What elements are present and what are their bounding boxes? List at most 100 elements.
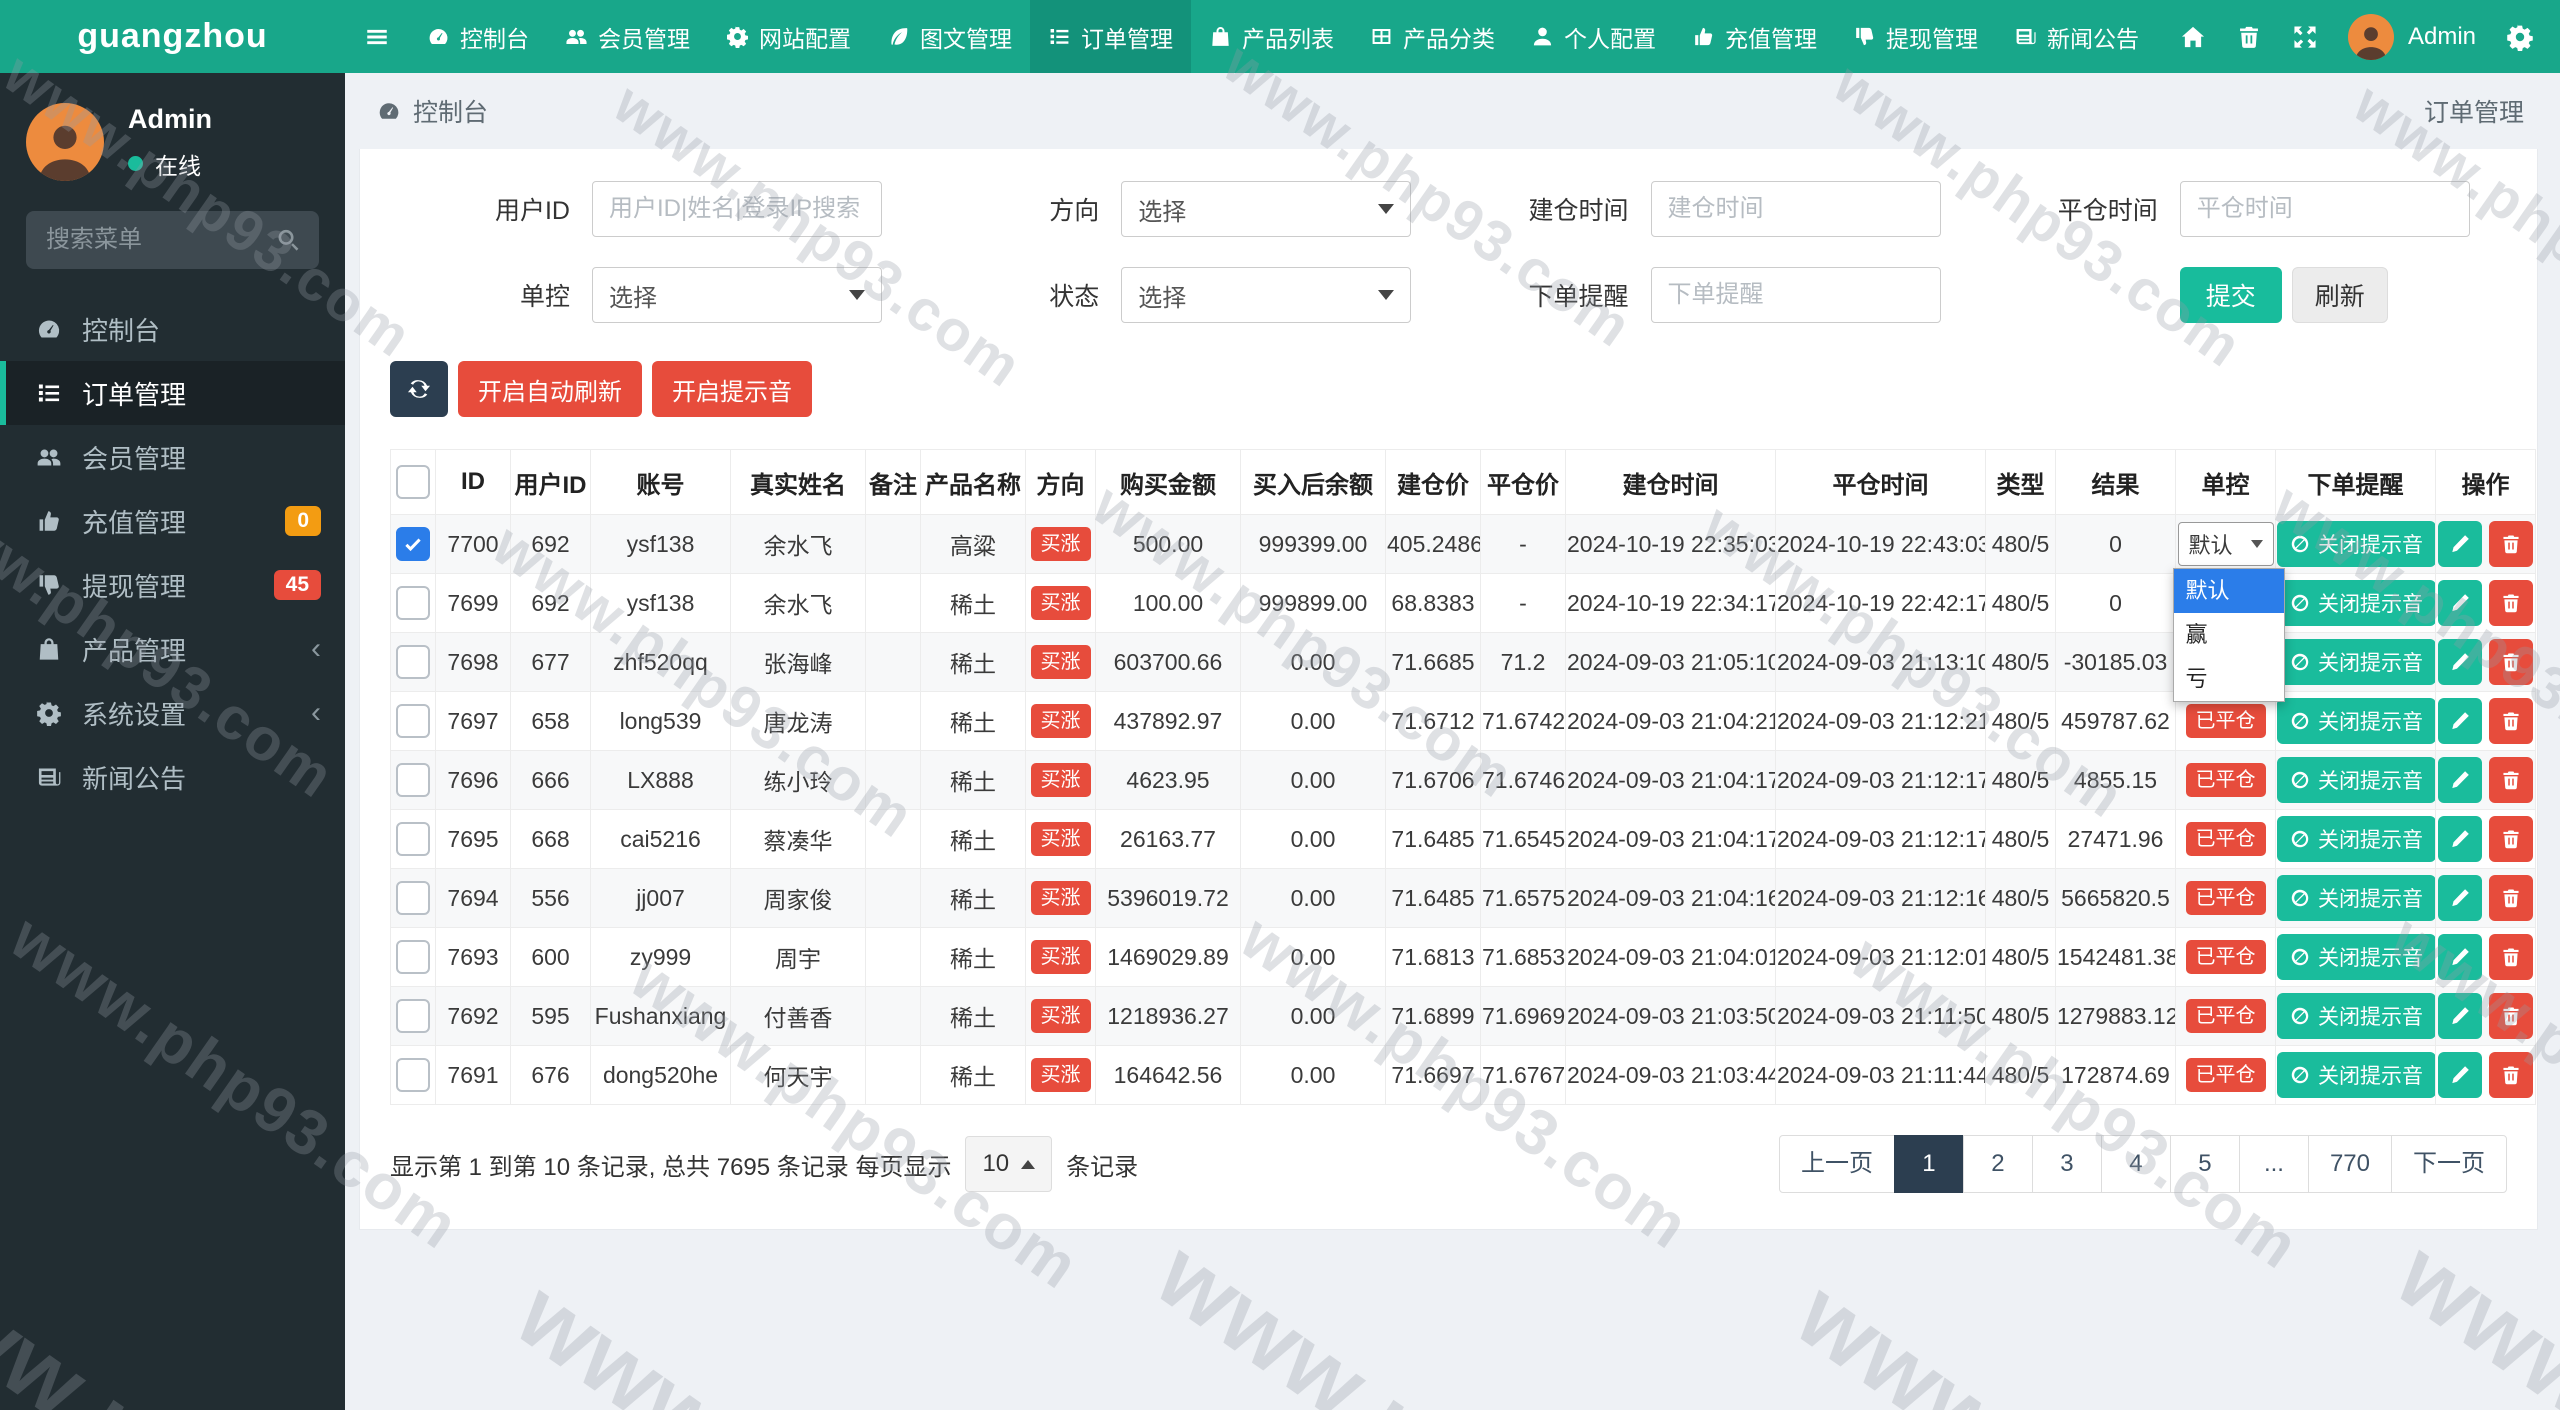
nav-item-thumbs-up[interactable]: 充值管理	[1674, 0, 1835, 73]
row-checkbox[interactable]	[396, 763, 430, 797]
row-checkbox[interactable]	[396, 881, 430, 915]
nav-item-dashboard[interactable]: 控制台	[409, 0, 547, 73]
nav-item-gear[interactable]: 网站配置	[708, 0, 869, 73]
mute-button[interactable]: 关闭提示音	[2277, 816, 2435, 862]
row-checkbox[interactable]	[396, 1058, 430, 1092]
nav-item-bag[interactable]: 产品列表	[1191, 0, 1352, 73]
edit-button[interactable]	[2438, 1052, 2482, 1098]
page-button[interactable]: 3	[2031, 1135, 2102, 1193]
page-button[interactable]: ...	[2238, 1135, 2309, 1193]
filter-input[interactable]	[1650, 267, 1941, 323]
mute-button[interactable]: 关闭提示音	[2277, 1052, 2435, 1098]
mute-button[interactable]: 关闭提示音	[2277, 521, 2435, 567]
page-size-dropdown[interactable]: 10	[965, 1136, 1053, 1192]
dropdown-option[interactable]: 默认	[2173, 569, 2284, 613]
filter-select[interactable]: 选择	[592, 267, 882, 323]
delete-button[interactable]	[2489, 698, 2533, 744]
filter-select[interactable]: 选择	[1121, 181, 1412, 237]
nav-item-grid[interactable]: 产品分类	[1352, 0, 1513, 73]
delete-button[interactable]	[2489, 816, 2533, 862]
mute-button[interactable]: 关闭提示音	[2277, 757, 2435, 803]
delete-button[interactable]	[2489, 521, 2533, 567]
page-button[interactable]: 1	[1893, 1135, 1964, 1193]
control-select[interactable]: 默认 默认赢亏	[2172, 522, 2285, 702]
row-checkbox[interactable]	[396, 586, 430, 620]
cell-id: 7697	[435, 691, 511, 751]
filter-input[interactable]	[592, 181, 882, 237]
filter-select[interactable]: 选择	[1121, 267, 1412, 323]
page-button[interactable]: 下一页	[2391, 1135, 2507, 1193]
delete-button[interactable]	[2489, 993, 2533, 1039]
user-menu[interactable]: Admin	[2347, 13, 2476, 60]
delete-button[interactable]	[2489, 875, 2533, 921]
mute-button[interactable]: 关闭提示音	[2277, 934, 2435, 980]
page-button[interactable]: 上一页	[1778, 1135, 1895, 1193]
edit-button[interactable]	[2438, 757, 2482, 803]
page-button[interactable]: 5	[2169, 1135, 2240, 1193]
home-button[interactable]	[2180, 24, 2206, 50]
delete-button[interactable]	[2489, 580, 2533, 626]
edit-button[interactable]	[2438, 639, 2482, 685]
nav-item-person[interactable]: 个人配置	[1513, 0, 1674, 73]
edit-button[interactable]	[2438, 934, 2482, 980]
sound-toggle-button[interactable]: 开启提示音	[652, 361, 812, 417]
menu-toggle-icon[interactable]	[345, 0, 409, 73]
mute-button[interactable]: 关闭提示音	[2277, 639, 2435, 685]
nav-item-newspaper[interactable]: 新闻公告	[1996, 0, 2157, 73]
mute-button[interactable]: 关闭提示音	[2277, 698, 2435, 744]
dropdown-option[interactable]: 赢	[2174, 613, 2284, 657]
sidebar-item-users[interactable]: 会员管理	[0, 425, 345, 489]
page-button[interactable]: 770	[2307, 1135, 2392, 1193]
edit-button[interactable]	[2438, 698, 2482, 744]
pencil-icon	[2452, 1066, 2469, 1084]
settings-button[interactable]	[2506, 23, 2534, 51]
edit-button[interactable]	[2438, 816, 2482, 862]
select-all-checkbox[interactable]	[396, 465, 430, 499]
select-value: 选择	[1138, 284, 1187, 312]
auto-refresh-button[interactable]: 开启自动刷新	[458, 361, 642, 417]
sidebar-item-newspaper[interactable]: 新闻公告	[0, 745, 345, 809]
row-checkbox[interactable]	[396, 999, 430, 1033]
edit-button[interactable]	[2438, 580, 2482, 626]
expand-button[interactable]	[2292, 24, 2318, 50]
edit-button[interactable]	[2438, 875, 2482, 921]
refresh-button[interactable]: 刷新	[2291, 267, 2388, 323]
sidebar-item-gears[interactable]: 系统设置 ‹	[0, 681, 345, 745]
sidebar-item-thumbs-up[interactable]: 充值管理 0	[0, 489, 345, 553]
row-checkbox[interactable]	[396, 704, 430, 738]
dropdown-option[interactable]: 亏	[2174, 657, 2284, 701]
content-header: 控制台 订单管理	[345, 73, 2560, 149]
delete-button[interactable]	[2489, 1052, 2533, 1098]
submit-button[interactable]: 提交	[2179, 267, 2282, 323]
edit-button[interactable]	[2438, 993, 2482, 1039]
mute-button[interactable]: 关闭提示音	[2277, 993, 2435, 1039]
cell-select	[390, 514, 436, 574]
mute-button[interactable]: 关闭提示音	[2277, 580, 2435, 626]
table-refresh-button[interactable]	[390, 361, 448, 417]
column-header: 账号	[590, 449, 731, 515]
page-button[interactable]: 4	[2100, 1135, 2171, 1193]
cell-buy-amount: 100.00	[1095, 573, 1241, 633]
nav-item-thumbs-down[interactable]: 提现管理	[1835, 0, 1996, 73]
mute-button[interactable]: 关闭提示音	[2277, 875, 2435, 921]
sidebar-item-dashboard[interactable]: 控制台	[0, 297, 345, 361]
filter-input[interactable]	[2179, 181, 2470, 237]
pencil-icon	[2452, 712, 2469, 730]
row-checkbox[interactable]	[396, 940, 430, 974]
sidebar-item-bag[interactable]: 产品管理 ‹	[0, 617, 345, 681]
delete-button[interactable]	[2489, 757, 2533, 803]
nav-item-list[interactable]: 订单管理	[1030, 0, 1191, 73]
edit-button[interactable]	[2438, 521, 2482, 567]
page-button[interactable]: 2	[1962, 1135, 2033, 1193]
row-checkbox[interactable]	[396, 527, 430, 561]
trash-button[interactable]	[2236, 24, 2262, 50]
row-checkbox[interactable]	[396, 822, 430, 856]
sidebar-item-list[interactable]: 订单管理	[0, 361, 345, 425]
delete-button[interactable]	[2489, 639, 2533, 685]
row-checkbox[interactable]	[396, 645, 430, 679]
sidebar-item-thumbs-down[interactable]: 提现管理 45	[0, 553, 345, 617]
filter-input[interactable]	[1650, 181, 1941, 237]
nav-item-leaf[interactable]: 图文管理	[869, 0, 1030, 73]
nav-item-users[interactable]: 会员管理	[547, 0, 708, 73]
delete-button[interactable]	[2489, 934, 2533, 980]
